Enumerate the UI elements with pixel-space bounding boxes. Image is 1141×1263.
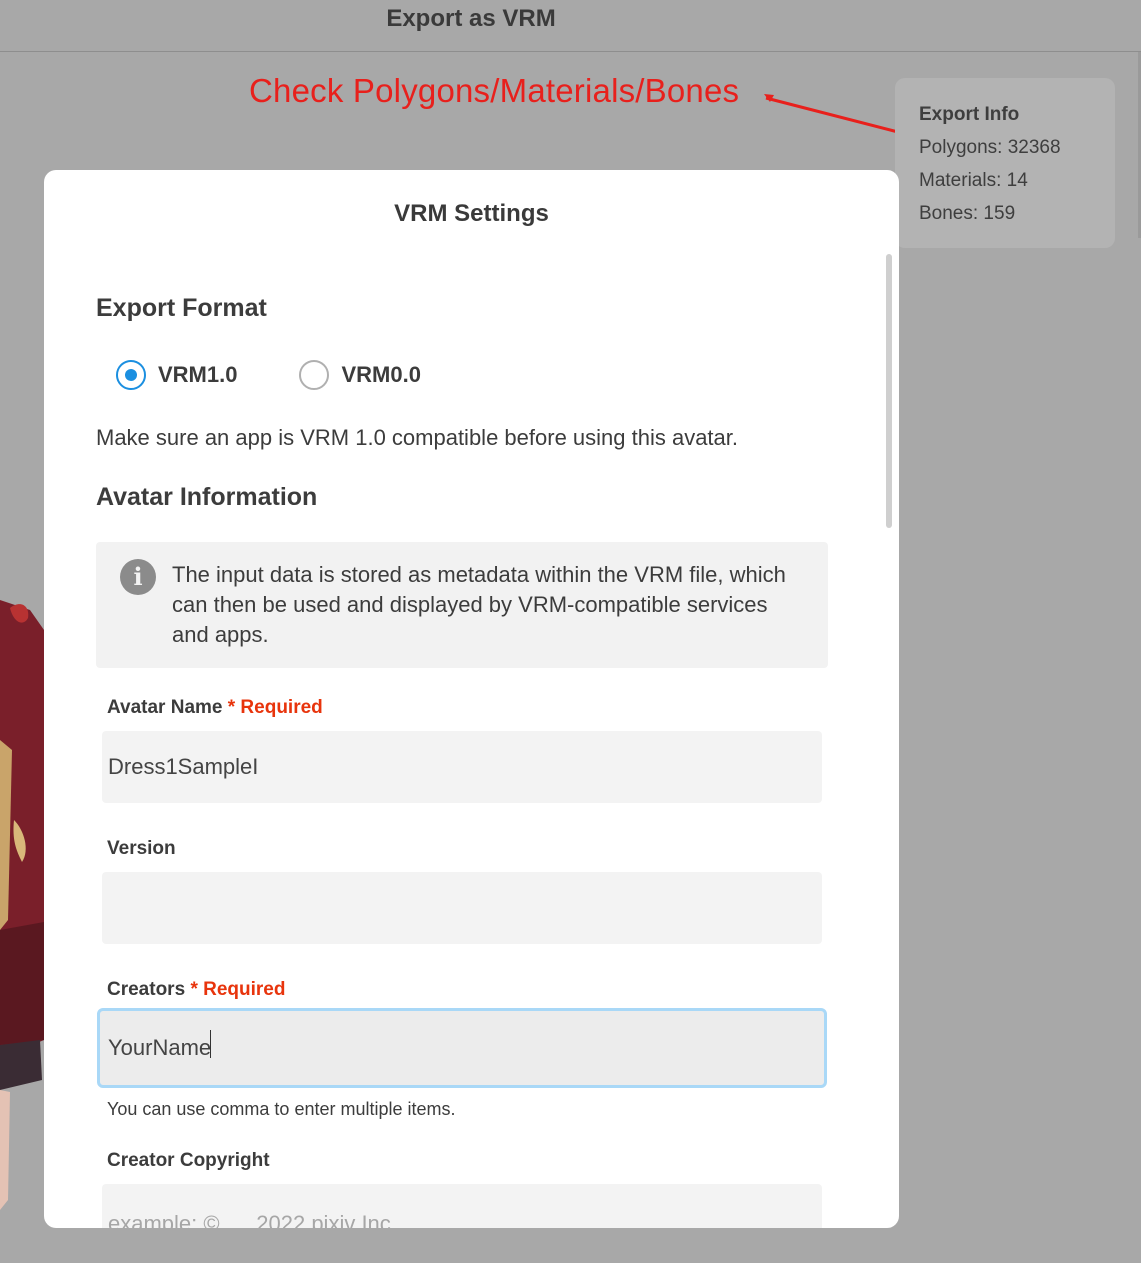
creators-input[interactable] (97, 1008, 827, 1088)
avatar-name-input[interactable] (102, 731, 822, 803)
creators-label-text: Creators (107, 979, 186, 1000)
radio-vrm0[interactable]: VRM0.0 (299, 360, 421, 390)
avatar-name-label: Avatar Name * Required (107, 697, 323, 719)
export-info-title: Export Info (919, 104, 1020, 125)
info-box-text: The input data is stored as metadata wit… (172, 562, 786, 647)
annotation-arrow (764, 94, 899, 134)
window-title: Export as VRM (386, 5, 556, 32)
radio-vrm0-label: VRM0.0 (341, 362, 421, 387)
avatar-preview (0, 600, 44, 1210)
metadata-info-box: i The input data is stored as metadata w… (96, 542, 828, 668)
avatar-information-heading: Avatar Information (96, 483, 318, 511)
creator-copyright-label: Creator Copyright (107, 1150, 270, 1171)
creator-copyright-input[interactable] (102, 1184, 822, 1228)
dialog-scrollbar[interactable] (886, 254, 892, 528)
export-info-panel: Export Info Polygons: 32368 Materials: 1… (895, 78, 1115, 248)
info-icon: i (120, 559, 156, 595)
creators-label: Creators * Required (107, 979, 285, 1001)
version-label: Version (107, 838, 176, 859)
creators-hint: You can use comma to enter multiple item… (107, 1099, 456, 1119)
materials-count: Materials: 14 (919, 170, 1028, 191)
compatibility-note: Make sure an app is VRM 1.0 compatible b… (96, 425, 739, 450)
required-marker: * Required (227, 697, 323, 718)
radio-vrm1-label: VRM1.0 (158, 362, 238, 387)
title-bar: Export as VRM (0, 0, 1141, 52)
avatar-name-label-text: Avatar Name (107, 697, 223, 718)
dialog-title: VRM Settings (394, 200, 549, 227)
required-marker: * Required (190, 979, 286, 1000)
annotation-text: Check Polygons/Materials/Bones (249, 72, 740, 109)
radio-checked-icon[interactable] (116, 360, 146, 390)
export-format-radio-group: VRM1.0 VRM0.0 (116, 360, 483, 390)
vrm-settings-dialog: VRM Settings Export Format VRM1.0 VRM0.0… (44, 170, 899, 1228)
radio-unchecked-icon[interactable] (299, 360, 330, 390)
radio-vrm1[interactable]: VRM1.0 (116, 360, 237, 390)
text-caret (210, 1030, 211, 1058)
polygons-count: Polygons: 32368 (919, 137, 1061, 158)
export-format-heading: Export Format (96, 294, 267, 322)
bones-count: Bones: 159 (919, 203, 1016, 224)
version-input[interactable] (102, 872, 822, 944)
